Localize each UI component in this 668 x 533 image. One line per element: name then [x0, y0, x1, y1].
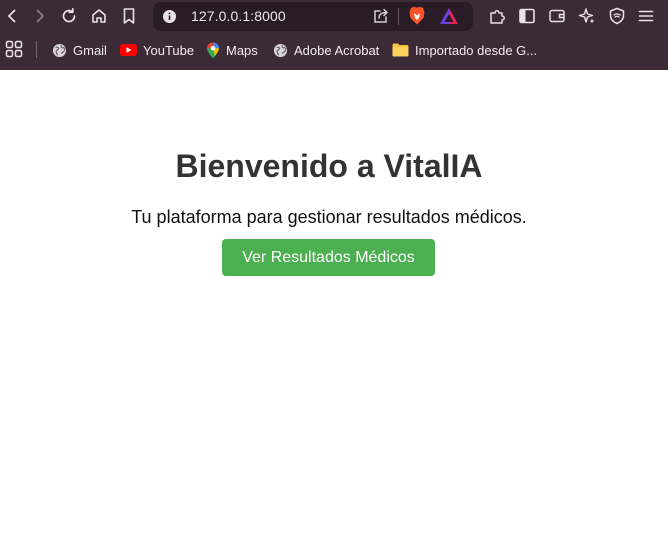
address-bar[interactable]: 127.0.0.1:8000: [153, 2, 473, 31]
leo-ai-button[interactable]: [575, 4, 599, 28]
wallet-icon: [549, 9, 565, 23]
browser-toolbar: 127.0.0.1:8000: [0, 0, 668, 33]
browser-chrome: 127.0.0.1:8000 Gmail YouTube Maps Adobe …: [0, 0, 668, 70]
bookmark-icon: [123, 8, 135, 24]
reload-icon: [62, 7, 76, 23]
bookmark-page-button[interactable]: [117, 4, 141, 28]
forward-button[interactable]: [28, 4, 52, 28]
address-bar-divider: [398, 8, 399, 25]
main-menu-button[interactable]: [634, 4, 658, 28]
url-text[interactable]: 127.0.0.1:8000: [191, 8, 286, 24]
brave-rewards-icon[interactable]: [439, 7, 459, 25]
sparkle-icon: [578, 8, 595, 24]
vpn-button[interactable]: [605, 4, 629, 28]
bookmark-maps[interactable]: Maps: [206, 39, 258, 61]
site-info-icon[interactable]: [161, 8, 178, 25]
vpn-shield-icon: [609, 7, 625, 25]
home-button[interactable]: [87, 4, 111, 28]
reload-button[interactable]: [57, 4, 81, 28]
extensions-button[interactable]: [485, 4, 509, 28]
home-icon: [92, 9, 106, 23]
bookmark-label: YouTube: [143, 42, 195, 58]
sidebar-button[interactable]: [515, 4, 539, 28]
bookmark-label: Adobe Acrobat: [294, 42, 380, 58]
bookmark-gmail[interactable]: Gmail: [52, 39, 107, 61]
bookmark-label: Importado desde G...: [415, 42, 538, 58]
bookmark-folder-imported[interactable]: Importado desde G...: [392, 39, 537, 61]
bookmark-adobe-acrobat[interactable]: Adobe Acrobat: [273, 39, 379, 61]
view-results-button[interactable]: Ver Resultados Médicos: [222, 239, 435, 276]
bookmarks-bar: Gmail YouTube Maps Adobe Acrobat Importa…: [0, 36, 668, 63]
back-button[interactable]: [0, 4, 24, 28]
globe-icon: [52, 43, 67, 57]
apps-grid-icon[interactable]: [5, 40, 23, 58]
sidebar-icon: [519, 8, 535, 24]
page-subtitle: Tu plataforma para gestionar resultados …: [131, 207, 527, 227]
maps-pin-icon: [207, 42, 219, 58]
forward-arrow-icon: [36, 9, 44, 23]
bookmarks-divider: [36, 41, 37, 58]
puzzle-icon: [490, 10, 505, 24]
page-title: Bienvenido a VitalIA: [175, 148, 483, 184]
back-arrow-icon: [8, 9, 16, 23]
folder-icon: [392, 43, 409, 57]
share-icon[interactable]: [372, 7, 390, 25]
wallet-button[interactable]: [545, 4, 569, 28]
youtube-icon: [120, 44, 137, 56]
bookmark-youtube[interactable]: YouTube: [120, 39, 194, 61]
globe-icon: [273, 43, 288, 57]
page-viewport: Bienvenido a VitalIA Tu plataforma para …: [0, 70, 668, 533]
brave-shields-icon[interactable]: [408, 6, 426, 26]
bookmark-label: Gmail: [73, 42, 107, 58]
hamburger-menu-icon: [638, 10, 654, 22]
bookmark-label: Maps: [226, 42, 258, 58]
